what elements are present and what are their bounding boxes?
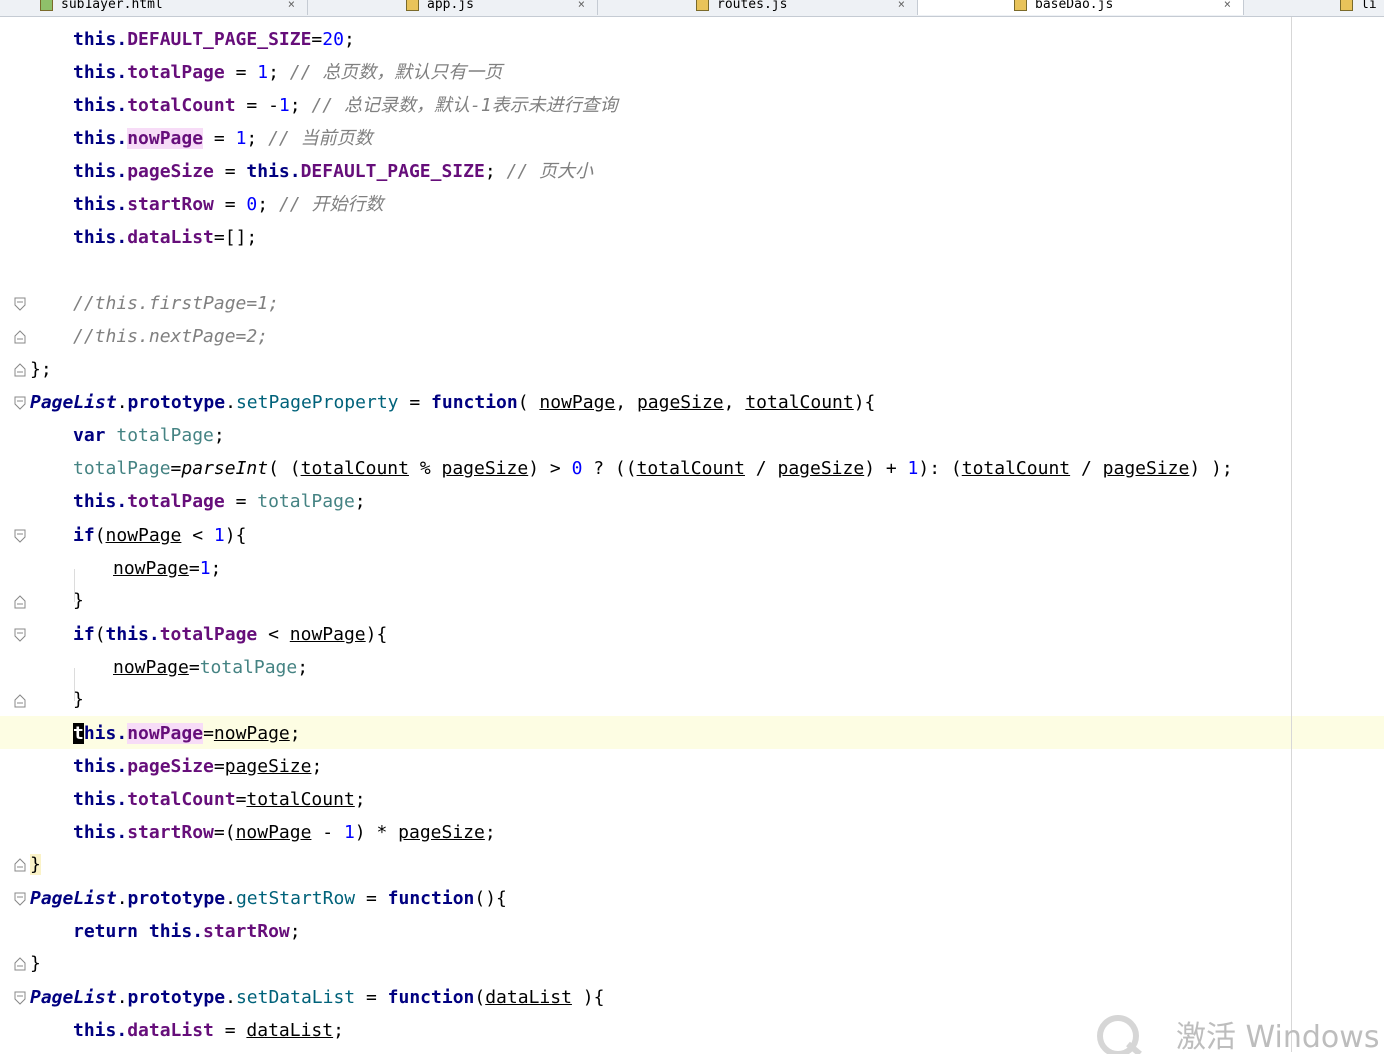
code-line: return this.startRow; [73, 921, 301, 942]
fold-end-icon[interactable] [14, 330, 26, 344]
js-file-icon [1340, 0, 1353, 11]
close-icon[interactable]: × [578, 0, 585, 11]
fold-start-icon[interactable] [14, 396, 26, 410]
js-file-icon [696, 0, 709, 11]
code-line: this.dataList=[]; [73, 227, 258, 248]
code-line: this.startRow = 0; // 开始行数 [73, 194, 384, 215]
code-line: nowPage=totalPage; [113, 657, 309, 678]
html-file-icon [40, 0, 53, 11]
editor-tab-bar: sub1ayer.html × app.js × routes.js × bas… [0, 0, 1384, 17]
code-line: this.dataList = dataList; [73, 1020, 344, 1041]
fold-start-icon[interactable] [14, 529, 26, 543]
tab-label: li [1361, 0, 1377, 12]
fold-start-icon[interactable] [14, 991, 26, 1005]
code-line: this.totalPage = totalPage; [73, 491, 366, 512]
text-caret: t [73, 723, 84, 744]
tab-label: routes.js [717, 0, 788, 12]
code-line: this.pageSize = this.DEFAULT_PAGE_SIZE; … [73, 161, 594, 182]
tab-sub1ayer-html[interactable]: sub1ayer.html × [30, 0, 308, 15]
tab-app-js[interactable]: app.js × [308, 0, 598, 15]
tab-label: app.js [427, 0, 474, 12]
code-line: totalPage=parseInt( (totalCount % pageSi… [73, 458, 1233, 479]
js-file-icon [1014, 0, 1027, 11]
code-line: //this.firstPage=1; [73, 293, 279, 314]
code-line: if(this.totalPage < nowPage){ [73, 624, 388, 645]
code-line: if(nowPage < 1){ [73, 525, 247, 546]
right-margin-guide [1291, 17, 1292, 1052]
fold-end-icon[interactable] [14, 694, 26, 708]
tab-label: sub1ayer.html [61, 0, 163, 12]
tab-li[interactable]: li [1244, 0, 1384, 15]
tab-label: baseDao.js [1035, 0, 1114, 12]
code-line: //this.nextPage=2; [73, 326, 269, 347]
code-line: this.totalPage = 1; // 总页数，默认只有一页 [73, 62, 503, 83]
code-line: this.totalCount = -1; // 总记录数，默认-1表示未进行查… [73, 95, 618, 116]
code-line: nowPage=1; [113, 558, 222, 579]
fold-end-icon[interactable] [14, 957, 26, 971]
fold-end-icon[interactable] [14, 363, 26, 377]
tab-routes-js[interactable]: routes.js × [598, 0, 918, 15]
code-line: } [73, 590, 84, 611]
close-icon[interactable]: × [898, 0, 905, 11]
fold-start-icon[interactable] [14, 628, 26, 642]
code-line: this.DEFAULT_PAGE_SIZE=20; [73, 29, 355, 50]
code-editor[interactable]: this.DEFAULT_PAGE_SIZE=20; this.totalPag… [0, 17, 1384, 1052]
code-line: PageList.prototype.getStartRow = functio… [30, 888, 507, 909]
windows-activation-icon [1097, 1015, 1142, 1054]
fold-start-icon[interactable] [14, 892, 26, 906]
tab-basedao-js[interactable]: baseDao.js × [918, 0, 1244, 15]
fold-end-icon[interactable] [14, 595, 26, 609]
code-line: } [73, 689, 84, 710]
fold-start-icon[interactable] [14, 297, 26, 311]
close-icon[interactable]: × [1224, 0, 1231, 11]
code-line: this.nowPage = 1; // 当前页数 [73, 128, 373, 149]
code-line: var totalPage; [73, 425, 225, 446]
code-line: this.startRow=(nowPage - 1) * pageSize; [73, 822, 496, 843]
code-line: PageList.prototype.setPageProperty = fun… [30, 392, 876, 413]
close-icon[interactable]: × [288, 0, 295, 11]
code-line: this.totalCount=totalCount; [73, 789, 366, 810]
watermark-text: 激活 Windows [1176, 1020, 1380, 1055]
editor-gutter [0, 17, 40, 1052]
code-line-current: this.nowPage=nowPage; [73, 723, 301, 744]
code-line: PageList.prototype.setDataList = functio… [30, 987, 605, 1008]
js-file-icon [406, 0, 419, 11]
code-line: this.pageSize=pageSize; [73, 756, 323, 777]
fold-end-icon[interactable] [14, 858, 26, 872]
activation-watermark: 激活 Windows [1090, 1008, 1384, 1055]
